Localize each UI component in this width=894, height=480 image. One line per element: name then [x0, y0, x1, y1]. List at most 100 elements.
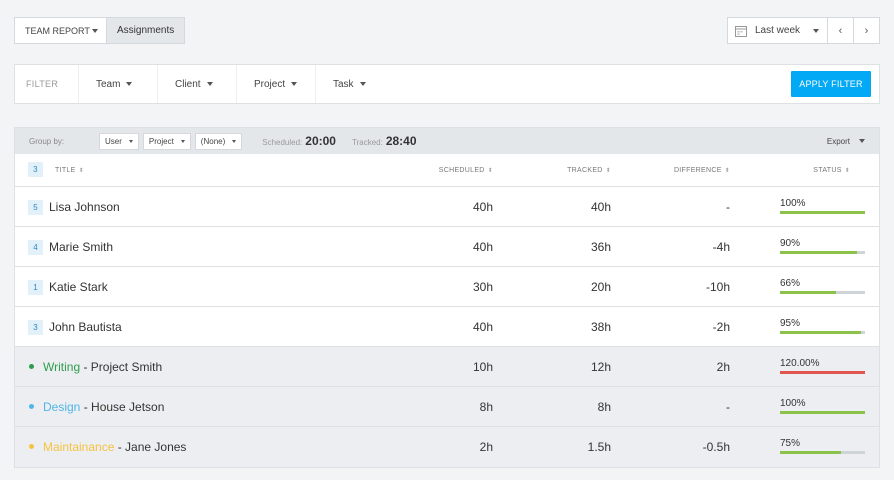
filter-bar: FILTER Team Client Project Task APPLY FI… — [14, 64, 880, 104]
chevron-down-icon — [206, 82, 213, 86]
chevron-left-icon: ‹ — [838, 24, 843, 37]
status-progress-fill — [780, 371, 865, 374]
row-title-rest: - Project Smith — [80, 360, 163, 374]
column-difference[interactable]: DIFFERENCE ⬍ — [674, 167, 730, 174]
team-report-label: TEAM REPORT — [25, 25, 90, 36]
table-header: 3 TITLE ⬍ SCHEDULED ⬍ TRACKED ⬍ DIFFERENCE ⬍… — [15, 154, 879, 187]
filter-team[interactable]: Team — [79, 65, 158, 103]
column-scheduled[interactable]: SCHEDULED ⬍ — [439, 167, 493, 174]
date-range-picker: Last week ‹ › — [727, 17, 880, 44]
table-row[interactable]: 3 John Bautista 40h 38h -2h 95% — [15, 307, 879, 347]
filter-client[interactable]: Client — [158, 65, 237, 103]
status-progress-bar — [780, 371, 865, 374]
row-scheduled: 8h — [479, 400, 493, 414]
filter-task-label: Task — [333, 78, 354, 90]
column-tracked[interactable]: TRACKED ⬍ — [567, 167, 611, 174]
row-tracked: 1.5h — [587, 440, 611, 454]
row-status: 120.00% — [780, 358, 865, 374]
status-progress-bar — [780, 331, 865, 334]
row-difference: -10h — [705, 280, 730, 294]
group-by-none-select[interactable]: (None) — [194, 132, 243, 150]
status-progress-fill — [780, 251, 857, 254]
team-report-dropdown[interactable]: TEAM REPORT — [14, 17, 107, 44]
assignment-count-badge: 5 — [28, 200, 43, 215]
filter-team-label: Team — [96, 78, 121, 90]
row-difference: - — [726, 200, 730, 214]
apply-filter-button[interactable]: APPLY FILTER — [791, 71, 871, 97]
date-range-dropdown[interactable]: Last week — [727, 17, 828, 44]
filter-label: FILTER — [15, 65, 79, 103]
assignment-count-badge: 1 — [28, 280, 43, 295]
group-by-bar: Group by: User Project (None) Scheduled:… — [15, 128, 879, 154]
scheduled-total-label: Scheduled: — [262, 138, 303, 147]
row-status: 66% — [780, 278, 865, 294]
chevron-down-icon — [232, 139, 237, 143]
row-difference: - — [726, 400, 730, 414]
next-period-button[interactable]: › — [854, 17, 880, 44]
filter-client-label: Client — [175, 78, 201, 90]
table-row-grouped[interactable]: Writing - Project Smith 10h 12h 2h 120.0… — [15, 347, 879, 387]
row-title: Maintainance - Jane Jones — [43, 440, 186, 454]
table-row[interactable]: 5 Lisa Johnson 40h 40h - 100% — [15, 187, 879, 227]
row-title: Marie Smith — [49, 240, 114, 254]
status-progress-fill — [780, 211, 865, 214]
row-difference: 2h — [716, 360, 730, 374]
category-tag: Writing — [43, 360, 81, 374]
row-scheduled: 40h — [472, 320, 493, 334]
table-row[interactable]: 1 Katie Stark 30h 20h -10h 66% — [15, 267, 879, 307]
column-status-label: STATUS — [813, 166, 842, 174]
row-status: 100% — [780, 398, 865, 414]
row-tracked: 38h — [590, 320, 611, 334]
status-percent: 90% — [780, 238, 801, 249]
export-label: Export — [826, 136, 850, 146]
status-progress-fill — [780, 291, 837, 294]
sort-icon: ⬍ — [78, 167, 84, 174]
filter-project[interactable]: Project — [237, 65, 316, 103]
filter-project-label: Project — [254, 78, 286, 90]
row-count-badge: 3 — [28, 162, 43, 177]
tracked-total-value: 28:40 — [385, 134, 417, 148]
chevron-down-icon — [859, 139, 865, 143]
calendar-icon — [735, 25, 747, 37]
filter-task[interactable]: Task — [316, 65, 395, 103]
category-tag: Design — [43, 400, 81, 414]
group-by-project-select[interactable]: Project — [142, 132, 191, 150]
row-tracked: 20h — [590, 280, 611, 294]
status-percent: 75% — [780, 438, 801, 449]
table-row-grouped[interactable]: Design - House Jetson 8h 8h - 100% — [15, 387, 879, 427]
row-title: Writing - Project Smith — [43, 360, 162, 374]
chevron-down-icon — [128, 139, 133, 143]
sort-icon: ⬍ — [487, 167, 493, 174]
assignments-tab[interactable]: Assignments — [107, 17, 186, 44]
report-toolbar: TEAM REPORT Assignments — [14, 17, 186, 44]
row-difference: -4h — [712, 240, 730, 254]
column-status[interactable]: STATUS ⬍ — [813, 167, 850, 174]
group-by-user-select[interactable]: User — [99, 132, 139, 150]
chevron-down-icon — [813, 28, 819, 33]
assignment-count-badge: 3 — [28, 320, 43, 335]
row-tracked: 40h — [590, 200, 611, 214]
status-percent: 120.00% — [780, 358, 820, 369]
category-tag: Maintainance — [43, 440, 115, 454]
chevron-down-icon — [92, 28, 98, 33]
status-progress-fill — [780, 451, 842, 454]
table-row[interactable]: 4 Marie Smith 40h 36h -4h 90% — [15, 227, 879, 267]
scheduled-total-value: 20:00 — [305, 134, 336, 148]
row-scheduled: 40h — [472, 240, 493, 254]
table-row-grouped[interactable]: Maintainance - Jane Jones 2h 1.5h -0.5h … — [15, 427, 879, 467]
chevron-down-icon — [291, 82, 298, 86]
row-status: 95% — [780, 318, 865, 334]
status-progress-bar — [780, 291, 865, 294]
status-percent: 95% — [780, 318, 801, 329]
status-percent: 66% — [780, 278, 801, 289]
sort-icon: ⬍ — [724, 167, 730, 174]
column-title[interactable]: TITLE ⬍ — [55, 167, 84, 174]
export-dropdown[interactable]: Export — [827, 128, 865, 154]
group-by-user-value: User — [105, 136, 122, 146]
row-title: Design - House Jetson — [43, 400, 164, 414]
tracked-total: Tracked: 28:40 — [352, 134, 417, 148]
row-tracked: 12h — [590, 360, 611, 374]
status-progress-bar — [780, 211, 865, 214]
previous-period-button[interactable]: ‹ — [828, 17, 854, 44]
row-status: 100% — [780, 198, 865, 214]
